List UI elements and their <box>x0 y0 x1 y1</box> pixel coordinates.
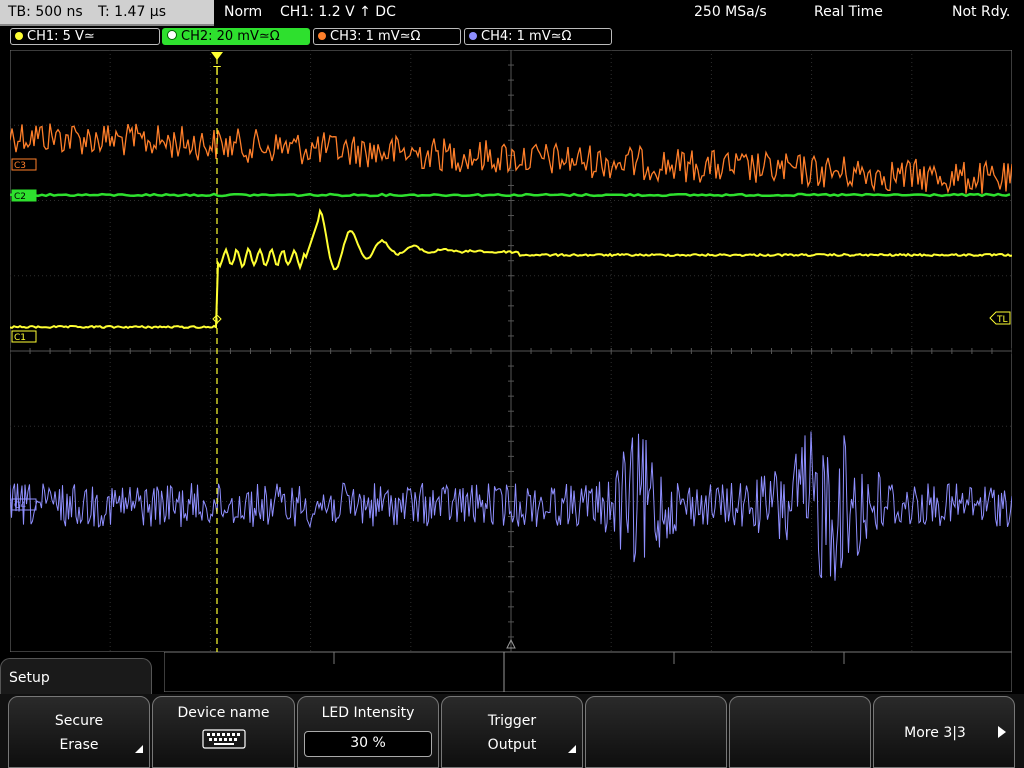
trigger-source[interactable]: CH1: 1.2 V ↑ DC <box>280 4 396 20</box>
ch3-dot-icon <box>318 32 326 40</box>
acquisition-status: Not Rdy. <box>952 4 1011 20</box>
submenu-arrow-icon <box>135 745 143 753</box>
softkey-6-empty[interactable] <box>729 696 871 768</box>
ch2-offset-marker[interactable]: C2 <box>11 189 37 202</box>
more-arrow-icon <box>998 726 1006 738</box>
waveform-display[interactable]: T C3 C2 C1 C4 TL <box>10 50 1012 652</box>
svg-text:C2: C2 <box>14 192 26 202</box>
svg-text:TL: TL <box>996 315 1008 325</box>
channel-ch1[interactable]: CH1: 5 V≃ <box>10 28 160 45</box>
zoom-overview-strip[interactable] <box>164 652 1012 692</box>
channel-ch4[interactable]: CH4: 1 mV≃Ω <box>464 28 612 45</box>
ch2-dot-icon <box>167 30 177 40</box>
more-menu-button[interactable]: More 3|3 <box>873 696 1015 768</box>
softkey-5-empty[interactable] <box>585 696 727 768</box>
submenu-arrow-icon <box>568 745 576 753</box>
device-name-button[interactable]: Device name <box>152 696 295 768</box>
ch4-dot-icon <box>469 32 477 40</box>
timebase-box[interactable]: TB: 500 ns T: 1.47 µs <box>0 0 214 26</box>
secure-erase-button[interactable]: Secure Erase <box>8 696 150 768</box>
svg-text:C1: C1 <box>14 333 26 343</box>
menu-title: Setup <box>9 670 50 686</box>
top-status-bar: TB: 500 ns T: 1.47 µs Norm CH1: 1.2 V ↑ … <box>0 0 1024 26</box>
channel-ch2[interactable]: CH2: 20 mV≃Ω <box>162 28 310 45</box>
trigger-marker-label: T <box>212 64 221 78</box>
channel-bar: CH1: 5 V≃ CH2: 20 mV≃Ω CH3: 1 mV≃Ω CH4: … <box>0 26 1024 48</box>
acquisition-mode: Real Time <box>814 4 883 20</box>
ch1-offset-marker[interactable]: C1 <box>11 330 37 343</box>
channel-ch3[interactable]: CH3: 1 mV≃Ω <box>313 28 461 45</box>
ch1-dot-icon <box>15 32 23 40</box>
svg-text:C3: C3 <box>14 161 26 171</box>
led-intensity-value: 30 % <box>304 731 432 757</box>
trigger-output-button[interactable]: Trigger Output <box>441 696 583 768</box>
svg-text:C4: C4 <box>14 501 26 511</box>
keyboard-icon <box>201 729 246 749</box>
ch3-offset-marker[interactable]: C3 <box>11 158 37 171</box>
trigger-time-value: T: 1.47 µs <box>98 4 167 20</box>
sample-rate: 250 MSa/s <box>694 4 767 20</box>
led-intensity-button[interactable]: LED Intensity 30 % <box>297 696 439 768</box>
trigger-mode[interactable]: Norm <box>224 4 262 20</box>
timebase-value: TB: 500 ns <box>8 4 83 20</box>
